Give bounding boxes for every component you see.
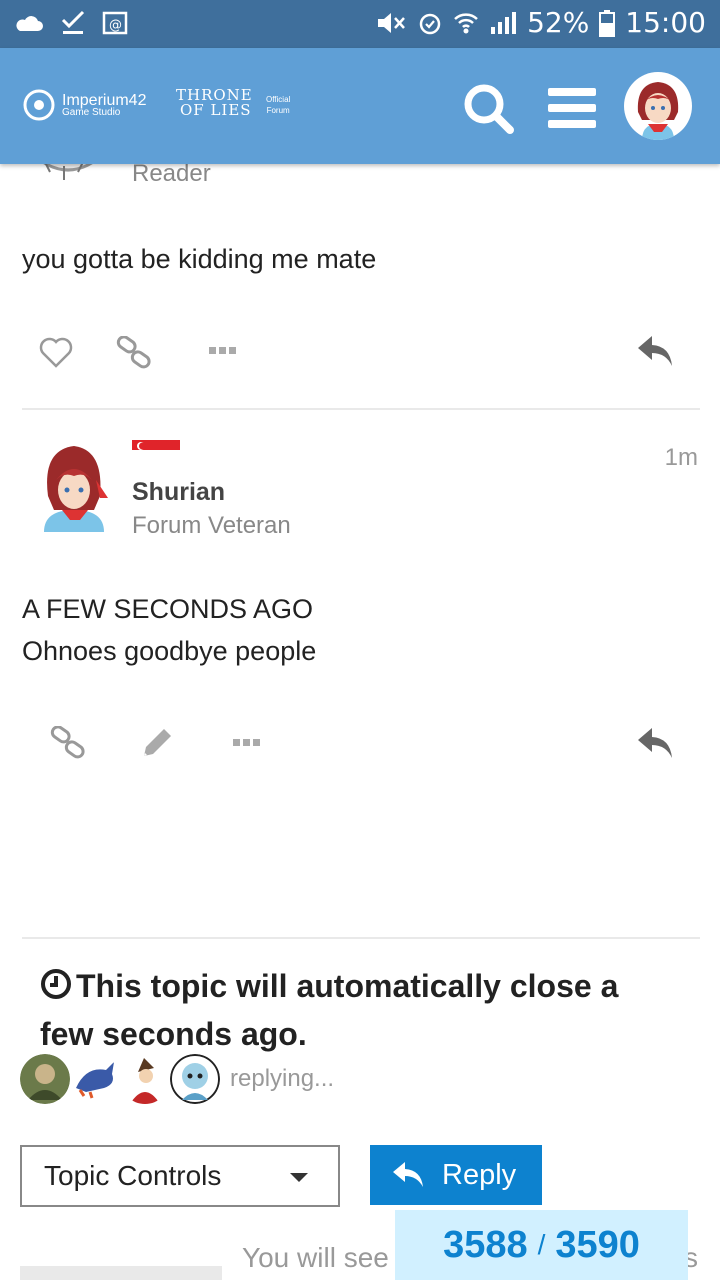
hamburger-menu-icon bbox=[548, 88, 596, 128]
topic-end-divider bbox=[22, 937, 700, 939]
author-avatar[interactable] bbox=[36, 440, 110, 532]
heart-icon bbox=[39, 337, 73, 368]
replying-user-avatar[interactable] bbox=[70, 1054, 120, 1104]
topic-progress[interactable]: 3588 / 3590 bbox=[395, 1210, 688, 1280]
author-name[interactable]: Shurian bbox=[132, 478, 225, 507]
link-icon bbox=[116, 335, 151, 369]
auto-close-text: This topic will automatically close a fe… bbox=[40, 968, 619, 1052]
alarm-icon bbox=[419, 13, 441, 34]
singapore-flag-icon bbox=[132, 440, 180, 460]
progress-total: 3590 bbox=[555, 1223, 640, 1266]
progress-current: 3588 bbox=[443, 1223, 528, 1266]
official-line2: Forum bbox=[266, 106, 290, 115]
logo-game-line1: THRONE bbox=[176, 86, 253, 104]
reply-button[interactable]: Reply bbox=[370, 1145, 542, 1205]
more-options-button[interactable] bbox=[208, 344, 238, 362]
replying-user-avatar[interactable] bbox=[170, 1054, 220, 1104]
replying-text: replying... bbox=[230, 1065, 335, 1092]
more-options-button[interactable] bbox=[232, 736, 262, 754]
cloud-icon bbox=[16, 16, 43, 31]
logo-sub: Game Studio bbox=[62, 106, 121, 118]
topic-controls-dropdown[interactable]: Topic Controls bbox=[20, 1145, 340, 1207]
progress-separator: / bbox=[537, 1229, 546, 1260]
user-avatar-button[interactable] bbox=[624, 72, 692, 140]
svg-text:@: @ bbox=[109, 18, 122, 33]
menu-button[interactable] bbox=[542, 78, 602, 138]
edit-post-button[interactable] bbox=[140, 726, 174, 765]
link-icon bbox=[50, 725, 85, 759]
replying-user-avatar[interactable] bbox=[120, 1054, 170, 1104]
imperium42-logo[interactable]: Imperium42 Game Studio bbox=[22, 88, 146, 122]
logo-brand: Imperium42 bbox=[62, 91, 147, 109]
auto-close-notice: This topic will automatically close a fe… bbox=[40, 962, 680, 1058]
battery-percent: 52% bbox=[527, 6, 590, 39]
ellipsis-icon bbox=[209, 347, 236, 354]
notification-level-button[interactable] bbox=[20, 1266, 222, 1280]
clock-icon bbox=[41, 969, 71, 999]
user-avatar-icon bbox=[637, 82, 679, 140]
ellipsis-icon bbox=[233, 739, 260, 746]
throne-of-lies-logo[interactable]: THRONE OF LIES bbox=[176, 86, 253, 119]
reply-to-post-button[interactable] bbox=[636, 334, 674, 373]
reply-arrow-icon bbox=[638, 336, 672, 366]
share-link-button[interactable] bbox=[50, 725, 86, 765]
mute-icon bbox=[378, 12, 405, 33]
share-link-button[interactable] bbox=[116, 335, 152, 375]
notification-hint: You will see bbox=[242, 1242, 389, 1273]
post-body-line2: Ohnoes goodbye people bbox=[22, 636, 317, 666]
logo-game-line2: OF LIES bbox=[180, 101, 252, 119]
check-download-icon bbox=[61, 10, 85, 34]
reply-arrow-icon bbox=[393, 1162, 423, 1187]
previous-post-body: you gotta be kidding me mate bbox=[22, 244, 377, 274]
reply-to-post-button[interactable] bbox=[636, 726, 674, 765]
caret-down-icon bbox=[290, 1173, 308, 1182]
previous-author-title: Reader bbox=[132, 160, 211, 187]
signal-icon bbox=[491, 11, 517, 34]
wifi-icon bbox=[454, 12, 478, 33]
post-time[interactable]: 1m bbox=[665, 444, 698, 472]
clock: 15:00 bbox=[625, 6, 706, 39]
app-header: Imperium42 Game Studio THRONE OF LIES Of… bbox=[0, 48, 720, 164]
status-bar: @ 52% 15:00 bbox=[0, 0, 720, 48]
post-divider bbox=[22, 408, 700, 410]
replying-user-avatar[interactable] bbox=[20, 1054, 70, 1104]
reply-label: Reply bbox=[442, 1158, 517, 1191]
official-line1: Official bbox=[266, 95, 291, 104]
swirl-logo-icon bbox=[23, 89, 55, 121]
reply-arrow-icon bbox=[638, 728, 672, 758]
topic-controls-label: Topic Controls bbox=[44, 1160, 222, 1191]
pencil-icon bbox=[144, 729, 171, 756]
search-button[interactable] bbox=[458, 78, 518, 138]
email-icon: @ bbox=[102, 11, 128, 35]
official-forum-label: Official Forum bbox=[266, 94, 290, 116]
author-title: Forum Veteran bbox=[132, 512, 291, 539]
search-icon bbox=[464, 84, 514, 134]
like-button[interactable] bbox=[38, 336, 74, 373]
replying-indicator: replying... bbox=[20, 1054, 334, 1104]
battery-icon bbox=[599, 9, 616, 37]
post-body-line1: A FEW SECONDS AGO bbox=[22, 594, 314, 624]
